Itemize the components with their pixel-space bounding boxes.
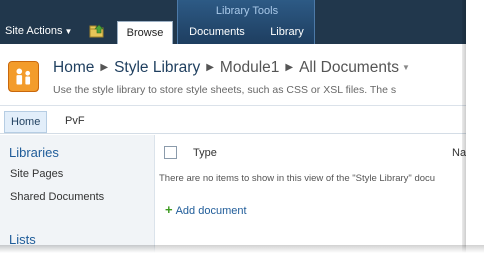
quicklaunch-item-site-pages[interactable]: Site Pages — [10, 168, 63, 180]
breadcrumb-home[interactable]: Home — [53, 59, 94, 76]
site-actions-menu[interactable]: Site Actions ▼ — [5, 25, 72, 37]
breadcrumb-separator-icon: ▶ — [100, 62, 109, 73]
page-edge-right — [466, 0, 484, 253]
contextual-group-label: Library Tools — [215, 5, 279, 17]
top-navigation: Home PvF — [0, 107, 466, 134]
add-icon: + — [165, 202, 173, 217]
breadcrumb-separator-icon: ▶ — [206, 62, 214, 73]
quick-launch: Libraries Site Pages Shared Documents Li… — [0, 135, 155, 253]
quicklaunch-item-shared-documents[interactable]: Shared Documents — [10, 191, 104, 203]
add-document-label: Add document — [175, 205, 247, 217]
breadcrumb-style-library[interactable]: Style Library — [114, 59, 200, 76]
tab-browse[interactable]: Browse — [117, 21, 173, 44]
topnav-item-home[interactable]: Home — [4, 111, 48, 133]
chevron-down-icon[interactable]: ▼ — [402, 63, 410, 72]
page-description: Use the style library to store style she… — [53, 84, 397, 96]
site-logo-icon[interactable] — [8, 61, 39, 92]
quicklaunch-heading-libraries[interactable]: Libraries — [9, 145, 59, 160]
page-edge-bottom — [0, 245, 484, 253]
ribbon: Site Actions ▼ Library Tools Browse Docum… — [0, 0, 466, 44]
site-actions-label: Site Actions — [5, 25, 63, 37]
view-selector[interactable]: All Documents — [299, 59, 399, 76]
list-view: Type Nam There are no items to show in t… — [156, 135, 466, 253]
breadcrumb-module1[interactable]: Module1 — [220, 59, 279, 76]
navigate-up-icon[interactable] — [89, 24, 105, 38]
add-document-link[interactable]: + Add document — [165, 202, 247, 217]
chevron-down-icon: ▼ — [64, 27, 73, 36]
tab-documents[interactable]: Documents — [186, 21, 248, 44]
tab-library[interactable]: Library — [264, 21, 310, 44]
title-area: Home ▶ Style Library ▶ Module1 ▶ All Documents… — [0, 44, 466, 106]
empty-list-message: There are no items to show in this view … — [159, 173, 436, 184]
select-all-checkbox[interactable] — [164, 146, 177, 159]
topnav-item-pvf[interactable]: PvF — [65, 115, 85, 127]
breadcrumb: Home ▶ Style Library ▶ Module1 ▶ All Documents… — [53, 59, 410, 77]
column-header-type[interactable]: Type — [193, 147, 217, 159]
breadcrumb-separator-icon: ▶ — [285, 62, 294, 73]
